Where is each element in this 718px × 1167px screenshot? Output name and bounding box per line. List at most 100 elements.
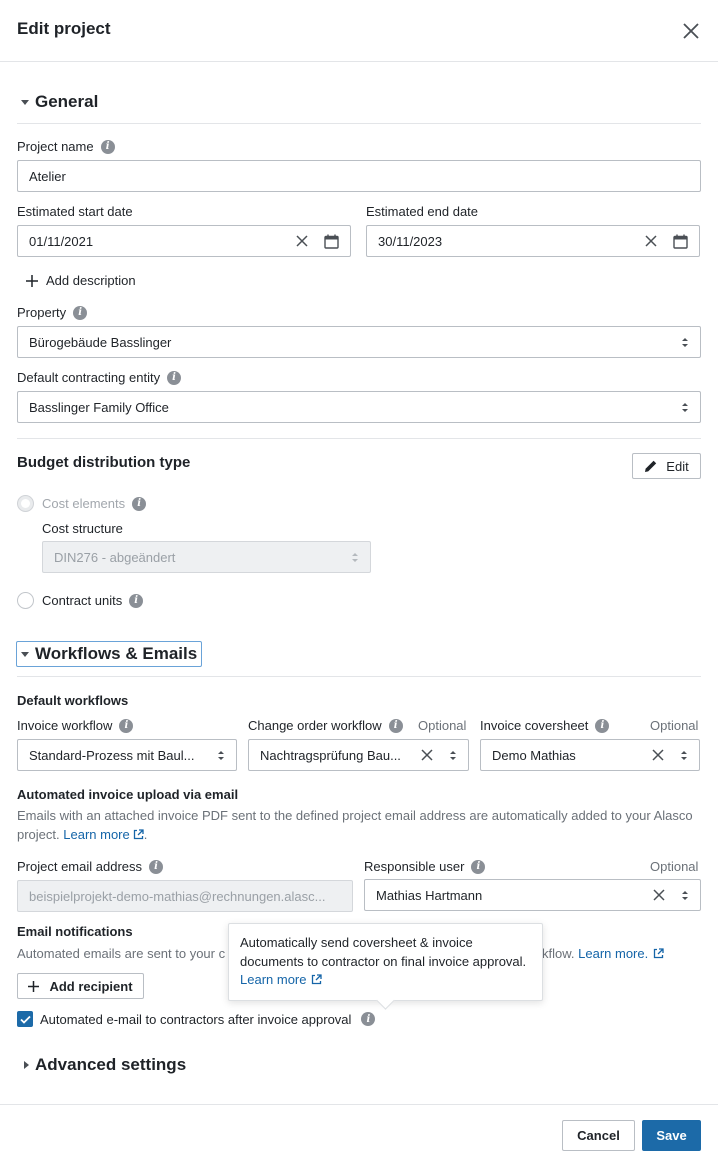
section-divider xyxy=(17,123,701,124)
invoice-workflow-value: Standard-Prozess mit Baul... xyxy=(29,747,195,763)
contracting-entity-select[interactable]: Basslinger Family Office xyxy=(17,391,701,423)
calendar-icon[interactable] xyxy=(324,234,339,249)
header-divider xyxy=(0,61,718,62)
project-name-input[interactable]: Atelier xyxy=(17,160,701,192)
external-link-icon xyxy=(133,829,144,840)
advanced-section-title: Advanced settings xyxy=(35,1055,187,1074)
responsible-user-label-text: Responsible user xyxy=(364,859,465,874)
cost-structure-label: Cost structure xyxy=(42,521,123,536)
cancel-button[interactable]: Cancel xyxy=(562,1120,635,1151)
contract-units-option[interactable]: Contract units i xyxy=(17,592,144,609)
invoice-coversheet-label-text: Invoice coversheet xyxy=(480,718,589,733)
info-icon[interactable]: i xyxy=(149,859,163,874)
pencil-icon xyxy=(645,460,657,472)
property-value: Bürogebäude Basslinger xyxy=(29,334,172,350)
add-recipient-button[interactable]: Add recipient xyxy=(17,973,144,999)
workflows-section-toggle[interactable]: Workflows & Emails xyxy=(16,641,203,667)
dialog-title: Edit project xyxy=(17,19,111,38)
close-icon[interactable] xyxy=(680,20,702,42)
cost-structure-select: DIN276 - abgeändert xyxy=(42,541,371,573)
general-section-toggle[interactable]: General xyxy=(21,92,98,112)
save-label: Save xyxy=(656,1128,687,1143)
invoice-coversheet-select[interactable]: Demo Mathias xyxy=(480,739,700,771)
calendar-icon[interactable] xyxy=(673,234,688,249)
clear-icon[interactable] xyxy=(653,889,665,901)
project-email-value: beispielprojekt-demo-mathias@rechnungen.… xyxy=(29,888,326,904)
radio-button[interactable] xyxy=(17,592,34,609)
info-icon[interactable]: i xyxy=(595,718,610,733)
end-date-label: Estimated end date xyxy=(366,204,479,219)
property-select[interactable]: Bürogebäude Basslinger xyxy=(17,326,701,358)
info-icon[interactable]: i xyxy=(129,593,144,608)
end-date-value: 30/11/2023 xyxy=(378,233,443,249)
checkbox[interactable] xyxy=(17,1011,33,1027)
sort-arrows-icon xyxy=(682,890,688,900)
start-date-label: Estimated start date xyxy=(17,204,133,219)
external-link-icon xyxy=(312,974,323,985)
info-icon[interactable]: i xyxy=(100,139,115,154)
clear-icon[interactable] xyxy=(421,749,433,761)
tooltip-text: Automatically send coversheet & invoice … xyxy=(240,935,527,969)
edit-budget-button[interactable]: Edit xyxy=(632,453,701,479)
responsible-user-select[interactable]: Mathias Hartmann xyxy=(364,879,701,911)
info-icon[interactable]: i xyxy=(471,859,486,874)
cost-elements-option[interactable]: Cost elements i xyxy=(17,495,147,512)
sort-arrows-icon xyxy=(450,750,456,760)
add-description-label: Add description xyxy=(46,273,136,288)
sort-arrows-icon xyxy=(681,750,687,760)
info-icon[interactable]: i xyxy=(119,718,134,733)
project-email-input: beispielprojekt-demo-mathias@rechnungen.… xyxy=(17,880,353,912)
project-name-label-text: Project name xyxy=(17,139,94,154)
workflows-section-title: Workflows & Emails xyxy=(35,644,198,663)
invoice-workflow-select[interactable]: Standard-Prozess mit Baul... xyxy=(17,739,237,771)
auto-email-option[interactable]: Automated e-mail to contractors after in… xyxy=(17,1011,376,1027)
add-description-button[interactable]: Add description xyxy=(26,273,136,288)
end-date-input[interactable]: 30/11/2023 xyxy=(366,225,700,257)
invoice-workflow-label: Invoice workflow i xyxy=(17,718,134,733)
contract-units-label: Contract units xyxy=(42,593,123,608)
advanced-section-toggle[interactable]: Advanced settings xyxy=(24,1055,186,1075)
caret-down-icon xyxy=(21,651,29,657)
project-name-label: Project name i xyxy=(17,139,115,154)
save-button[interactable]: Save xyxy=(642,1120,701,1151)
info-icon[interactable]: i xyxy=(388,718,403,733)
auto-upload-description: Emails with an attached invoice PDF sent… xyxy=(17,808,693,842)
clear-icon[interactable] xyxy=(652,749,664,761)
clear-icon[interactable] xyxy=(296,235,308,247)
learn-more-link-text: Learn more. xyxy=(578,946,649,961)
email-notifications-desc-end-text: kflow. xyxy=(542,946,575,961)
caret-down-icon xyxy=(21,99,29,105)
auto-email-label: Automated e-mail to contractors after in… xyxy=(40,1011,352,1027)
contracting-entity-value: Basslinger Family Office xyxy=(29,399,169,415)
info-icon[interactable]: i xyxy=(361,1012,376,1026)
learn-more-link-text: Learn more xyxy=(63,827,130,842)
cost-elements-label: Cost elements xyxy=(42,496,126,511)
invoice-coversheet-label: Invoice coversheet i xyxy=(480,718,610,733)
tooltip-learn-more-link[interactable]: Learn more xyxy=(240,972,323,987)
change-order-workflow-label-text: Change order workflow xyxy=(248,718,382,733)
start-date-input[interactable]: 01/11/2021 xyxy=(17,225,351,257)
email-notifications-desc-end: kflow. Learn more. xyxy=(542,944,664,963)
email-notifications-title: Email notifications xyxy=(17,924,133,939)
change-order-workflow-select[interactable]: Nachtragsprüfung Bau... xyxy=(248,739,469,771)
learn-more-link[interactable]: Learn more xyxy=(63,827,144,842)
learn-more-link[interactable]: Learn more. xyxy=(578,946,664,961)
clear-icon[interactable] xyxy=(645,235,657,247)
optional-label: Optional xyxy=(650,718,699,733)
project-email-label: Project email address i xyxy=(17,859,163,874)
property-label-text: Property xyxy=(17,305,67,320)
info-icon[interactable]: i xyxy=(73,305,88,320)
caret-right-icon xyxy=(24,1061,29,1069)
external-link-icon xyxy=(654,948,664,959)
sort-arrows-icon xyxy=(352,552,358,562)
info-icon[interactable]: i xyxy=(132,496,147,511)
info-icon[interactable]: i xyxy=(167,370,182,385)
sort-arrows-icon xyxy=(682,337,688,347)
budget-title: Budget distribution type xyxy=(17,454,191,471)
property-label: Property i xyxy=(17,305,88,320)
cost-structure-value: DIN276 - abgeändert xyxy=(54,549,176,565)
footer-divider xyxy=(0,1104,718,1105)
add-recipient-label: Add recipient xyxy=(49,978,133,994)
contracting-entity-label-text: Default contracting entity xyxy=(17,370,161,385)
radio-button[interactable] xyxy=(17,495,34,512)
